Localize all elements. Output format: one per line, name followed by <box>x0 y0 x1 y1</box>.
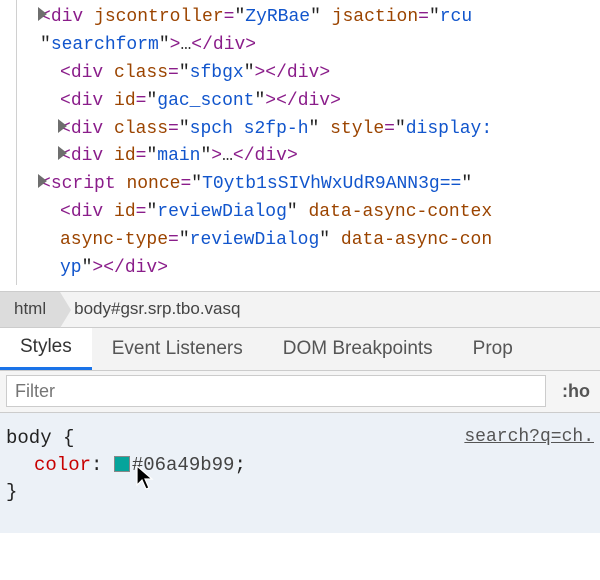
tag-name: div <box>51 7 83 27</box>
tab-properties[interactable]: Prop <box>453 328 533 370</box>
attr-value: ZyRBae <box>245 7 310 27</box>
dom-tree-panel: <div jscontroller="ZyRBae" jsaction="rcu… <box>0 0 600 291</box>
dom-node-script-nonce[interactable]: <script nonce="T0ytb1sSIVhWxUdR9ANN3g==" <box>22 171 600 199</box>
css-value[interactable]: #06a49b99 <box>132 454 235 476</box>
breadcrumb-item-html[interactable]: html <box>0 292 60 327</box>
attr-value: searchform <box>51 35 159 55</box>
tab-dom-breakpoints[interactable]: DOM Breakpoints <box>263 328 453 370</box>
dom-node-review-dialog[interactable]: <div id="reviewDialog" data-async-contex… <box>22 199 600 283</box>
expand-arrow-icon[interactable] <box>58 146 67 160</box>
tab-styles[interactable]: Styles <box>0 328 92 370</box>
color-swatch-icon[interactable] <box>114 456 130 472</box>
dom-node-main[interactable]: <div id="main">…</div> <box>22 143 600 171</box>
css-property[interactable]: color <box>34 454 91 476</box>
styles-filter-row: :ho <box>0 371 600 413</box>
css-declaration[interactable]: color: #06a49b99; <box>6 449 594 481</box>
dom-node-spch[interactable]: <div class="spch s2fp-h" style="display: <box>22 116 600 144</box>
tab-event-listeners[interactable]: Event Listeners <box>92 328 263 370</box>
expand-arrow-icon[interactable] <box>38 174 47 188</box>
breadcrumb: html body#gsr.srp.tbo.vasq <box>0 291 600 327</box>
styles-filter-input[interactable] <box>6 375 546 407</box>
brace-close: } <box>6 481 17 503</box>
dom-node-gac-scont[interactable]: <div id="gac_scont"></div> <box>22 88 600 116</box>
attr-value: rcu <box>440 7 472 27</box>
attr-name: jscontroller <box>94 7 224 27</box>
attr-name: jsaction <box>332 7 418 27</box>
brace-open: { <box>63 427 74 449</box>
ellipsis[interactable]: … <box>180 35 191 55</box>
dom-node-sfbgx[interactable]: <div class="sfbgx"></div> <box>22 60 600 88</box>
stylesheet-source-link[interactable]: search?q=ch. <box>464 427 594 447</box>
css-selector[interactable]: body <box>6 427 52 449</box>
expand-arrow-icon[interactable] <box>58 119 67 133</box>
styles-pane: search?q=ch. body { color: #06a49b99; } <box>0 413 600 533</box>
tree-guide-line <box>16 0 17 285</box>
dom-node-searchform[interactable]: <div jscontroller="ZyRBae" jsaction="rcu… <box>22 4 600 60</box>
hov-toggle[interactable]: :ho <box>552 381 600 402</box>
expand-arrow-icon[interactable] <box>38 7 47 21</box>
breadcrumb-item-body[interactable]: body#gsr.srp.tbo.vasq <box>60 292 254 327</box>
styles-tabs: Styles Event Listeners DOM Breakpoints P… <box>0 327 600 371</box>
